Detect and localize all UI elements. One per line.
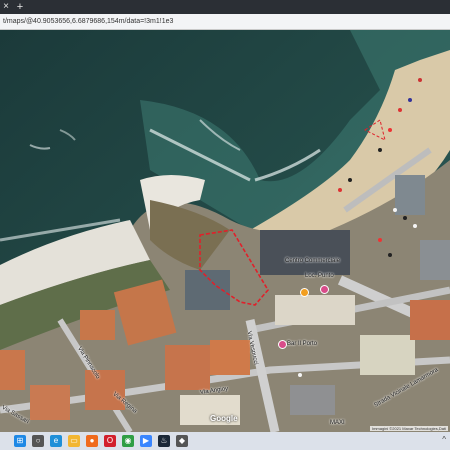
- edge-icon[interactable]: e: [50, 435, 62, 447]
- map-attribution[interactable]: Immagini ©2021 Maxar Technologies,Dati: [369, 426, 448, 431]
- poi-marker-icon[interactable]: [320, 285, 329, 294]
- tab-bar: × +: [0, 0, 450, 14]
- media-icon[interactable]: ▶: [140, 435, 152, 447]
- satellite-map[interactable]: Via Pinnacolo Via Regina Via Vespucci Vi…: [0, 30, 450, 432]
- steam-icon[interactable]: ♨: [158, 435, 170, 447]
- firefox-icon[interactable]: ●: [86, 435, 98, 447]
- opera-icon[interactable]: O: [104, 435, 116, 447]
- chrome-icon[interactable]: ◉: [122, 435, 134, 447]
- app-icon[interactable]: ◆: [176, 435, 188, 447]
- search-icon[interactable]: ○: [32, 435, 44, 447]
- poi-label[interactable]: MAXI: [330, 420, 345, 426]
- poi-marker-icon[interactable]: [300, 288, 309, 297]
- close-icon[interactable]: ×: [0, 0, 12, 14]
- taskbar: ⊞ ○ e ▭ ● O ◉ ▶ ♨ ◆ ^: [0, 432, 450, 450]
- url-text[interactable]: t/maps/@40.9053656,6.6879686,154m/data=!…: [3, 15, 173, 28]
- new-tab-button[interactable]: +: [14, 0, 26, 14]
- satellite-imagery: [0, 30, 450, 432]
- address-bar[interactable]: t/maps/@40.9053656,6.6879686,154m/data=!…: [0, 14, 450, 30]
- poi-label[interactable]: Bar Il Porto: [287, 341, 317, 347]
- google-logo: Google: [210, 414, 238, 423]
- chevron-up-icon[interactable]: ^: [442, 435, 446, 444]
- folder-icon[interactable]: ▭: [68, 435, 80, 447]
- poi-marker-icon[interactable]: [278, 340, 287, 349]
- poi-label[interactable]: Centro Commerciale: [285, 258, 340, 264]
- windows-start-icon[interactable]: ⊞: [14, 435, 26, 447]
- poi-label[interactable]: Loc. Punto: [305, 273, 334, 279]
